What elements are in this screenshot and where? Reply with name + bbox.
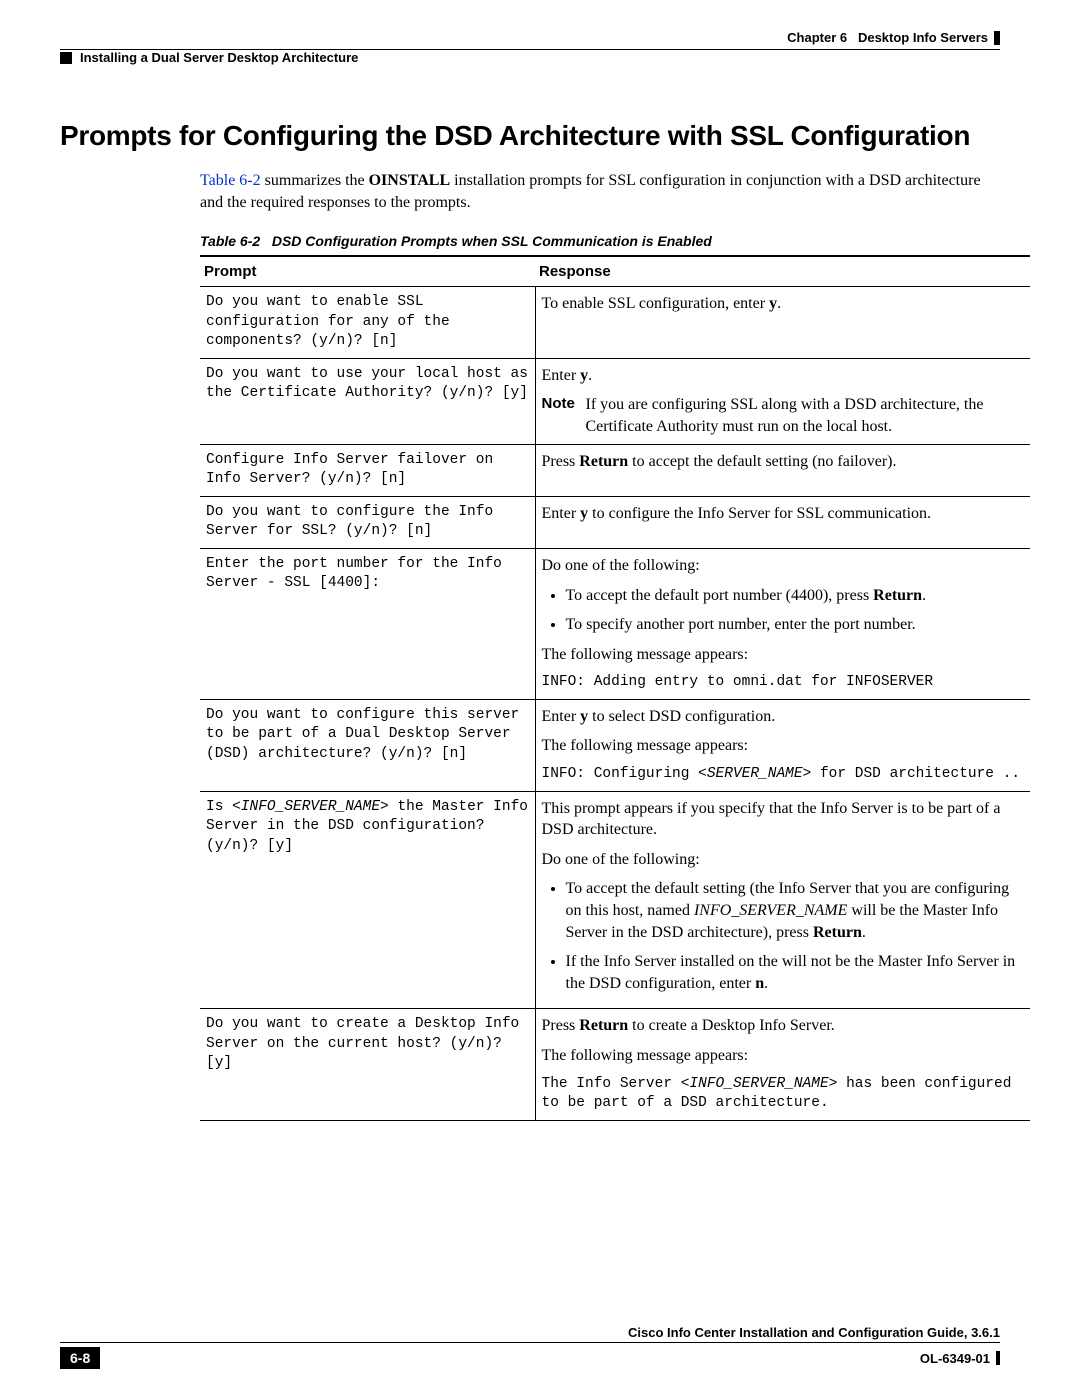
table-row: Enter the port number for the Info Serve…	[200, 548, 1030, 699]
response-cell: Do one of the following: To accept the d…	[535, 548, 1030, 699]
th-prompt: Prompt	[200, 256, 535, 287]
prompt-cell: Is <INFO_SERVER_NAME> the Master Info Se…	[200, 791, 535, 1009]
breadcrumb: Installing a Dual Server Desktop Archite…	[80, 50, 358, 65]
response-cell: Enter y to configure the Info Server for…	[535, 496, 1030, 548]
table-row: Is <INFO_SERVER_NAME> the Master Info Se…	[200, 791, 1030, 1009]
response-cell: Press Return to create a Desktop Info Se…	[535, 1009, 1030, 1120]
th-response: Response	[535, 256, 1030, 287]
response-cell: Enter y to select DSD configuration. The…	[535, 699, 1030, 791]
footer-bar-icon	[996, 1351, 1000, 1365]
prompt-cell: Do you want to configure this server to …	[200, 699, 535, 791]
response-cell: To enable SSL configuration, enter y.	[535, 287, 1030, 359]
footer-book-title: Cisco Info Center Installation and Confi…	[60, 1325, 1000, 1340]
response-cell: Press Return to accept the default setti…	[535, 444, 1030, 496]
response-cell: This prompt appears if you specify that …	[535, 791, 1030, 1009]
prompt-cell: Do you want to configure the Info Server…	[200, 496, 535, 548]
table-row: Do you want to create a Desktop Info Ser…	[200, 1009, 1030, 1120]
response-cell: Enter y. Note If you are configuring SSL…	[535, 358, 1030, 444]
prompt-cell: Do you want to enable SSL configuration …	[200, 287, 535, 359]
prompt-cell: Do you want to create a Desktop Info Ser…	[200, 1009, 535, 1120]
header-bar-icon	[994, 31, 1000, 45]
chapter-num: Chapter 6	[787, 30, 847, 45]
note-body: If you are configuring SSL along with a …	[586, 394, 986, 437]
chapter-title: Desktop Info Servers	[858, 30, 988, 45]
intro-paragraph: Table 6-2 summarizes the OINSTALL instal…	[200, 170, 1000, 213]
note-label: Note	[542, 394, 582, 414]
config-table: Prompt Response Do you want to enable SS…	[200, 255, 1030, 1120]
page: Chapter 6 Desktop Info Servers Installin…	[0, 0, 1080, 1397]
table-row: Configure Info Server failover on Info S…	[200, 444, 1030, 496]
footer: Cisco Info Center Installation and Confi…	[60, 1325, 1000, 1369]
table-row: Do you want to configure this server to …	[200, 699, 1030, 791]
prompt-cell: Do you want to use your local host as th…	[200, 358, 535, 444]
header-top: Chapter 6 Desktop Info Servers	[60, 30, 1000, 45]
table-link[interactable]: Table 6-2	[200, 172, 261, 189]
table-row: Do you want to configure the Info Server…	[200, 496, 1030, 548]
prompt-cell: Enter the port number for the Info Serve…	[200, 548, 535, 699]
doc-id: OL-6349-01	[920, 1351, 990, 1366]
page-title: Prompts for Configuring the DSD Architec…	[60, 120, 1000, 152]
breadcrumb-row: Installing a Dual Server Desktop Archite…	[60, 50, 1000, 65]
table-row: Do you want to enable SSL configuration …	[200, 287, 1030, 359]
table-row: Do you want to use your local host as th…	[200, 358, 1030, 444]
square-icon	[60, 52, 72, 64]
page-number: 6-8	[60, 1347, 100, 1369]
table-caption: Table 6-2 DSD Configuration Prompts when…	[200, 233, 1000, 249]
prompt-cell: Configure Info Server failover on Info S…	[200, 444, 535, 496]
